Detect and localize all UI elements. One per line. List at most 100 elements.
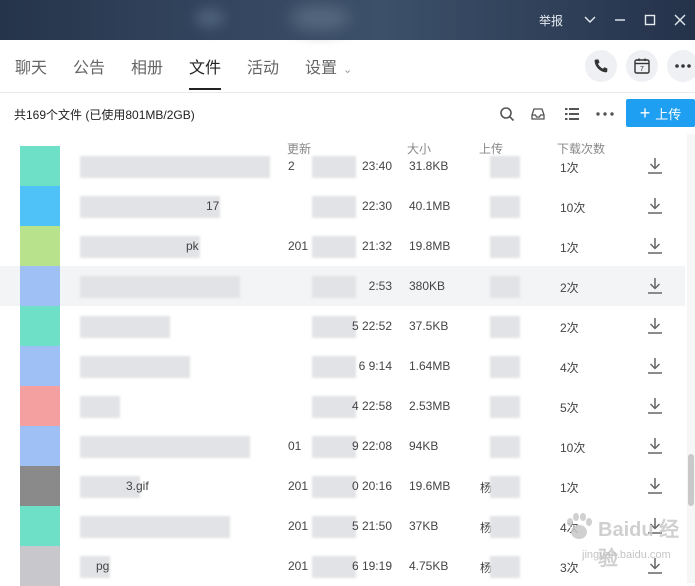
calendar-day: 7 [640, 66, 644, 73]
phone-button[interactable] [585, 50, 617, 82]
more-icon [675, 64, 691, 68]
file-updated-time: 21:32 [361, 239, 392, 253]
file-updated-time: 0 20:16 [351, 479, 392, 493]
download-icon[interactable] [646, 316, 664, 336]
file-row[interactable]: 5 22:52 37.5KB 2次 [0, 306, 685, 346]
download-icon[interactable] [646, 356, 664, 376]
baidu-watermark: Baidu 经验 jingyan.baidu.com [560, 505, 690, 575]
file-download-count: 1次 [560, 241, 579, 255]
file-name[interactable]: 17 [206, 199, 219, 213]
maximize-icon[interactable] [635, 5, 665, 35]
redacted-filename [80, 196, 220, 218]
scrollbar-thumb[interactable] [688, 454, 694, 506]
file-row[interactable]: 01 9 22:08 94KB 10次 [0, 426, 685, 466]
redacted-filename [80, 516, 230, 538]
chevron-down-icon[interactable] [575, 5, 605, 35]
download-icon[interactable] [646, 476, 664, 496]
download-icon[interactable] [646, 196, 664, 216]
file-date-prefix: 2 [288, 159, 295, 173]
file-date-prefix: 201 [288, 239, 309, 253]
file-summary: 共169个文件 (已使用801MB/2GB) [14, 108, 195, 122]
more-options-icon[interactable] [595, 104, 615, 124]
file-name[interactable]: pk [186, 239, 199, 253]
download-icon[interactable] [646, 156, 664, 176]
file-thumbnail [20, 426, 60, 466]
file-size: 40.1MB [409, 199, 451, 213]
redacted-uploader [490, 436, 520, 458]
file-name[interactable]: 3.gif [126, 479, 149, 493]
file-updated-time: 4 22:58 [351, 399, 392, 413]
redacted-date [312, 156, 356, 178]
file-download-count: 4次 [560, 361, 579, 375]
file-row[interactable]: 2:53 380KB 2次 [0, 266, 685, 306]
tab-chat[interactable]: 聊天 [15, 40, 47, 92]
file-date-prefix: 201 [288, 559, 309, 573]
list-view-icon[interactable] [562, 104, 582, 124]
banner-decoration [195, 8, 225, 28]
file-date-prefix: 201 [288, 479, 309, 493]
download-icon[interactable] [646, 396, 664, 416]
redacted-date [312, 356, 356, 378]
redacted-uploader [490, 516, 520, 538]
redacted-date [312, 436, 356, 458]
file-download-count: 10次 [560, 441, 586, 455]
minimize-icon[interactable] [605, 5, 635, 35]
file-download-count: 2次 [560, 321, 579, 335]
file-updated-time: 5 22:52 [351, 319, 392, 333]
redacted-date [312, 556, 356, 578]
file-row[interactable]: 17 22:30 40.1MB 10次 [0, 186, 685, 226]
redacted-uploader [490, 316, 520, 338]
file-row[interactable]: 2 23:40 31.8KB 1次 [0, 146, 685, 186]
watermark-url: jingyan.baidu.com [582, 549, 671, 561]
file-size: 19.8MB [409, 239, 451, 253]
watermark-text: Baidu 经验 [598, 519, 680, 570]
file-size: 380KB [409, 279, 446, 293]
file-toolbar: 共169个文件 (已使用801MB/2GB) [0, 92, 695, 134]
redacted-date [312, 236, 356, 258]
redacted-uploader [490, 476, 520, 498]
file-name[interactable]: pg [96, 559, 109, 573]
download-icon[interactable] [646, 236, 664, 256]
tab-announcements[interactable]: 公告 [73, 40, 105, 92]
file-thumbnail [20, 266, 60, 306]
more-button[interactable] [667, 50, 695, 82]
file-download-count: 10次 [560, 201, 586, 215]
redacted-filename [80, 356, 190, 378]
redacted-uploader [490, 556, 520, 578]
window-controls: 举报 [539, 0, 695, 40]
file-updated-time: 22:30 [361, 199, 392, 213]
file-row[interactable]: 3.gif 201 0 20:16 19.6MB 杨 1次 [0, 466, 685, 506]
file-size: 19.6MB [409, 479, 451, 493]
download-icon[interactable] [646, 436, 664, 456]
file-size: 4.75KB [409, 559, 449, 573]
calendar-button[interactable]: 7 [626, 50, 658, 82]
search-icon[interactable] [497, 104, 517, 124]
file-download-count: 1次 [560, 161, 579, 175]
calendar-icon: 7 [634, 58, 650, 74]
banner-decoration [290, 6, 350, 30]
file-date-prefix: 01 [288, 439, 302, 453]
redacted-filename [80, 436, 250, 458]
tab-activities[interactable]: 活动 [247, 40, 279, 92]
file-row[interactable]: 4 22:58 2.53MB 5次 [0, 386, 685, 426]
close-icon[interactable] [665, 5, 695, 35]
file-thumbnail [20, 466, 60, 506]
redacted-uploader [490, 276, 520, 298]
redacted-date [312, 316, 356, 338]
file-size: 37KB [409, 519, 439, 533]
file-updated-time: 6 19:19 [351, 559, 392, 573]
file-row[interactable]: 6 9:14 1.64MB 4次 [0, 346, 685, 386]
file-row[interactable]: pk 201 21:32 19.8MB 1次 [0, 226, 685, 266]
redacted-uploader [490, 156, 520, 178]
tab-settings-label: 设置 [305, 60, 338, 77]
file-thumbnail [20, 226, 60, 266]
inbox-icon[interactable] [528, 104, 548, 124]
upload-button[interactable]: + 上传 [626, 99, 695, 127]
download-icon[interactable] [646, 276, 664, 296]
report-link[interactable]: 举报 [539, 12, 563, 29]
tab-album[interactable]: 相册 [131, 40, 163, 92]
tab-settings[interactable]: 设置 ⌄ [305, 40, 352, 92]
tab-files[interactable]: 文件 [189, 40, 222, 92]
redacted-uploader [490, 196, 520, 218]
file-thumbnail [20, 186, 60, 226]
